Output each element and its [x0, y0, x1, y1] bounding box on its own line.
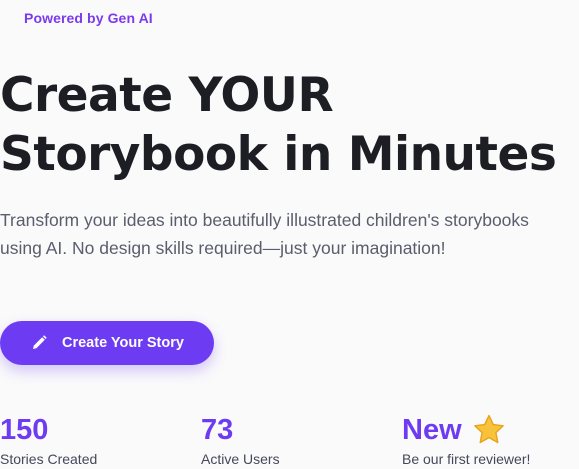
create-story-button[interactable]: Create Your Story [0, 321, 214, 365]
hero-title-line-1: Create YOUR [0, 68, 334, 123]
stat-stories-created: 150 Stories Created [0, 413, 97, 467]
stat-caption: Stories Created [0, 451, 98, 467]
powered-by-badge: Powered by Gen AI [24, 10, 153, 26]
stat-value: New [402, 414, 462, 446]
stat-caption: Be our first reviewer! [402, 451, 531, 467]
hero-subtitle: Transform your ideas into beautifully il… [0, 210, 529, 258]
stat-reviews: New Be our first reviewer! [402, 413, 530, 467]
hero-title: Create YOUR Storybook in Minutes [0, 66, 557, 184]
stat-caption: Active Users [201, 451, 280, 467]
stat-active-users: 73 Active Users [201, 413, 280, 467]
landing-hero: Powered by Gen AI Create YOUR Storybook … [0, 0, 579, 469]
stat-value-row: New [402, 413, 530, 447]
star-icon [472, 413, 506, 447]
pencil-icon [30, 334, 48, 352]
create-story-label: Create Your Story [62, 335, 184, 351]
stat-value: 73 [201, 414, 234, 446]
hero-title-line-2: Storybook in Minutes [0, 127, 557, 182]
stat-value: 150 [0, 414, 49, 446]
